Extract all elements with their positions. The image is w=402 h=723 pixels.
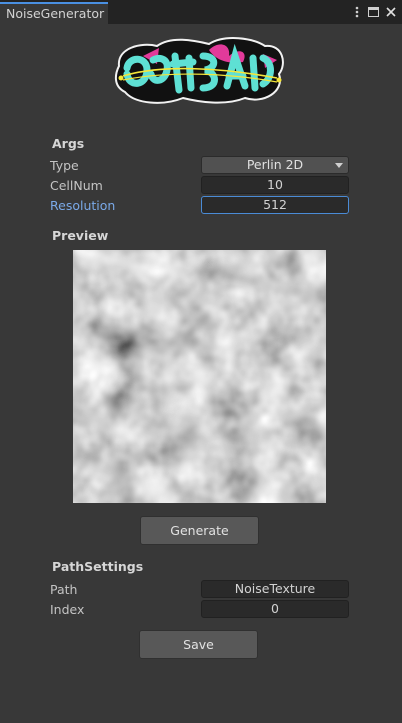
type-label: Type <box>50 158 79 173</box>
index-field[interactable]: 0 <box>201 600 349 618</box>
graffiti-logo <box>114 37 284 104</box>
dropdown-arrow-icon <box>335 163 343 168</box>
args-section-title: Args <box>52 136 85 151</box>
cellnum-field[interactable]: 10 <box>201 176 349 194</box>
save-button[interactable]: Save <box>139 630 258 659</box>
tab-bar: NoiseGenerator <box>0 0 402 24</box>
type-dropdown[interactable]: Perlin 2D <box>201 156 349 174</box>
editor-window: NoiseGenerator Args Type Perlin 2D CellN… <box>0 0 402 723</box>
resolution-field[interactable]: 512 <box>201 196 349 214</box>
close-icon[interactable] <box>385 5 396 19</box>
noise-preview-image <box>73 250 326 503</box>
index-label: Index <box>50 602 85 617</box>
maximize-icon[interactable] <box>368 5 379 19</box>
inspector-content: Args Type Perlin 2D CellNum 10 Resolutio… <box>0 24 402 723</box>
type-dropdown-value: Perlin 2D <box>246 157 304 172</box>
preview-section-title: Preview <box>52 228 109 243</box>
resolution-label: Resolution <box>50 198 116 213</box>
generate-button[interactable]: Generate <box>140 516 259 545</box>
path-field[interactable]: NoiseTexture <box>201 580 349 598</box>
window-tools <box>351 4 396 20</box>
cellnum-label: CellNum <box>50 178 103 193</box>
path-label: Path <box>50 582 78 597</box>
kebab-menu-icon[interactable] <box>351 5 362 19</box>
tab-noise-generator[interactable]: NoiseGenerator <box>0 2 108 24</box>
path-settings-section-title: PathSettings <box>52 559 144 574</box>
